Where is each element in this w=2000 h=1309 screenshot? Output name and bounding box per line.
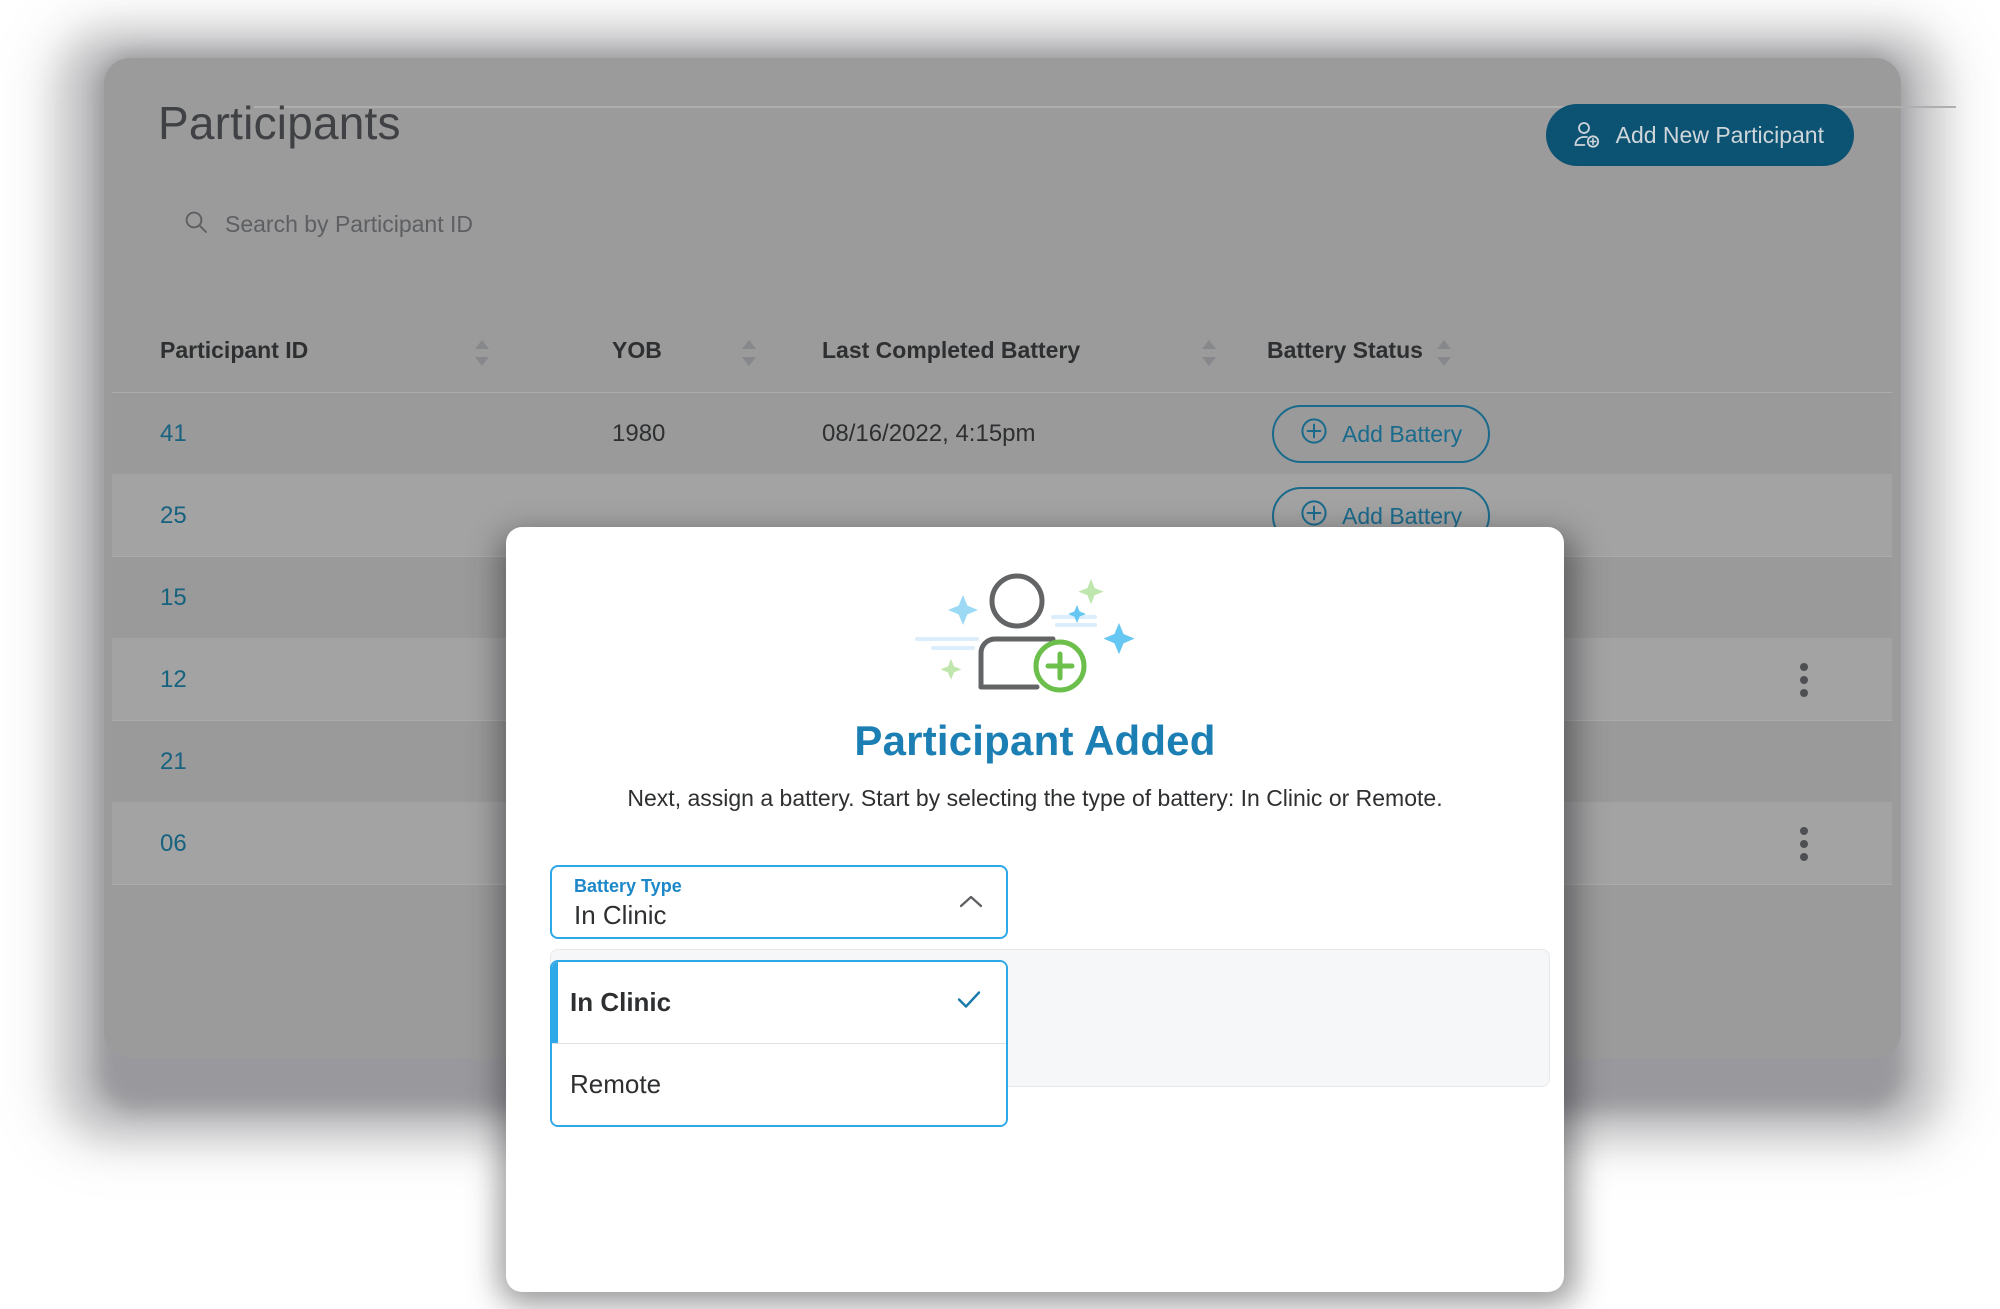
- column-header-battery-status[interactable]: Battery Status: [1267, 337, 1423, 364]
- column-header-last-completed-battery[interactable]: Last Completed Battery: [822, 337, 1080, 364]
- sort-icon-last-completed-battery[interactable]: [1202, 340, 1216, 366]
- search-input-placeholder: Search by Participant ID: [225, 210, 474, 237]
- column-header-participant-id[interactable]: Participant ID: [160, 337, 308, 364]
- search-icon: [183, 209, 209, 240]
- cell-yob: 1980: [612, 420, 666, 447]
- battery-type-select[interactable]: Battery Type In Clinic: [550, 865, 1008, 939]
- battery-type-option-list[interactable]: In Clinic Remote: [550, 960, 1008, 1127]
- screen: Participants Add New Participant Search …: [0, 0, 2000, 1309]
- battery-type-value: In Clinic: [574, 900, 667, 930]
- cell-participant-id[interactable]: 41: [160, 393, 187, 475]
- column-header-yob[interactable]: YOB: [612, 337, 662, 364]
- page-title: Participants: [158, 97, 401, 149]
- battery-type-option-label: In Clinic: [570, 987, 672, 1017]
- sort-icon-battery-status[interactable]: [1437, 340, 1451, 366]
- add-battery-label: Add Battery: [1342, 420, 1463, 447]
- participant-added-dialog: Participant Added Next, assign a battery…: [506, 527, 1564, 1292]
- participant-added-illustration: [905, 565, 1165, 695]
- add-battery-button[interactable]: Add Battery: [1272, 405, 1491, 463]
- battery-type-option-label: Remote: [570, 1069, 662, 1099]
- check-icon: [954, 987, 984, 1018]
- battery-type-option[interactable]: In Clinic: [552, 962, 1006, 1043]
- cell-participant-id[interactable]: 15: [160, 557, 187, 639]
- table-row[interactable]: 41 1980 08/16/2022, 4:15pm Add Battery: [112, 393, 1892, 475]
- row-overflow-menu-icon[interactable]: [1800, 827, 1808, 861]
- chevron-up-icon[interactable]: [956, 891, 986, 918]
- sort-icon-yob[interactable]: [742, 340, 756, 366]
- search-participant-id[interactable]: Search by Participant ID: [160, 188, 630, 260]
- cell-participant-id[interactable]: 12: [160, 639, 187, 721]
- add-new-participant-button[interactable]: Add New Participant: [1545, 104, 1854, 166]
- cell-battery-status: Add Battery: [1272, 393, 1491, 475]
- cell-last-completed-battery: 08/16/2022, 4:15pm: [822, 420, 1036, 447]
- cell-participant-id[interactable]: 25: [160, 475, 187, 557]
- add-battery-label: Add Battery: [1342, 502, 1463, 529]
- sort-icon-participant-id[interactable]: [475, 340, 489, 366]
- person-add-icon: [1572, 120, 1602, 150]
- add-new-participant-label: Add New Participant: [1615, 121, 1824, 148]
- dialog-title: Participant Added: [854, 717, 1216, 764]
- cell-participant-id[interactable]: 21: [160, 721, 187, 803]
- cell-participant-id[interactable]: 06: [160, 803, 187, 885]
- table-header-row: Participant ID YOB Last Completed Batter…: [112, 310, 1892, 393]
- battery-type-label: Battery Type: [574, 876, 682, 896]
- plus-circle-icon: [1300, 417, 1328, 451]
- dialog-subtitle: Next, assign a battery. Start by selecti…: [627, 785, 1443, 811]
- row-overflow-menu-icon[interactable]: [1800, 663, 1808, 697]
- battery-type-option[interactable]: Remote: [552, 1043, 1006, 1125]
